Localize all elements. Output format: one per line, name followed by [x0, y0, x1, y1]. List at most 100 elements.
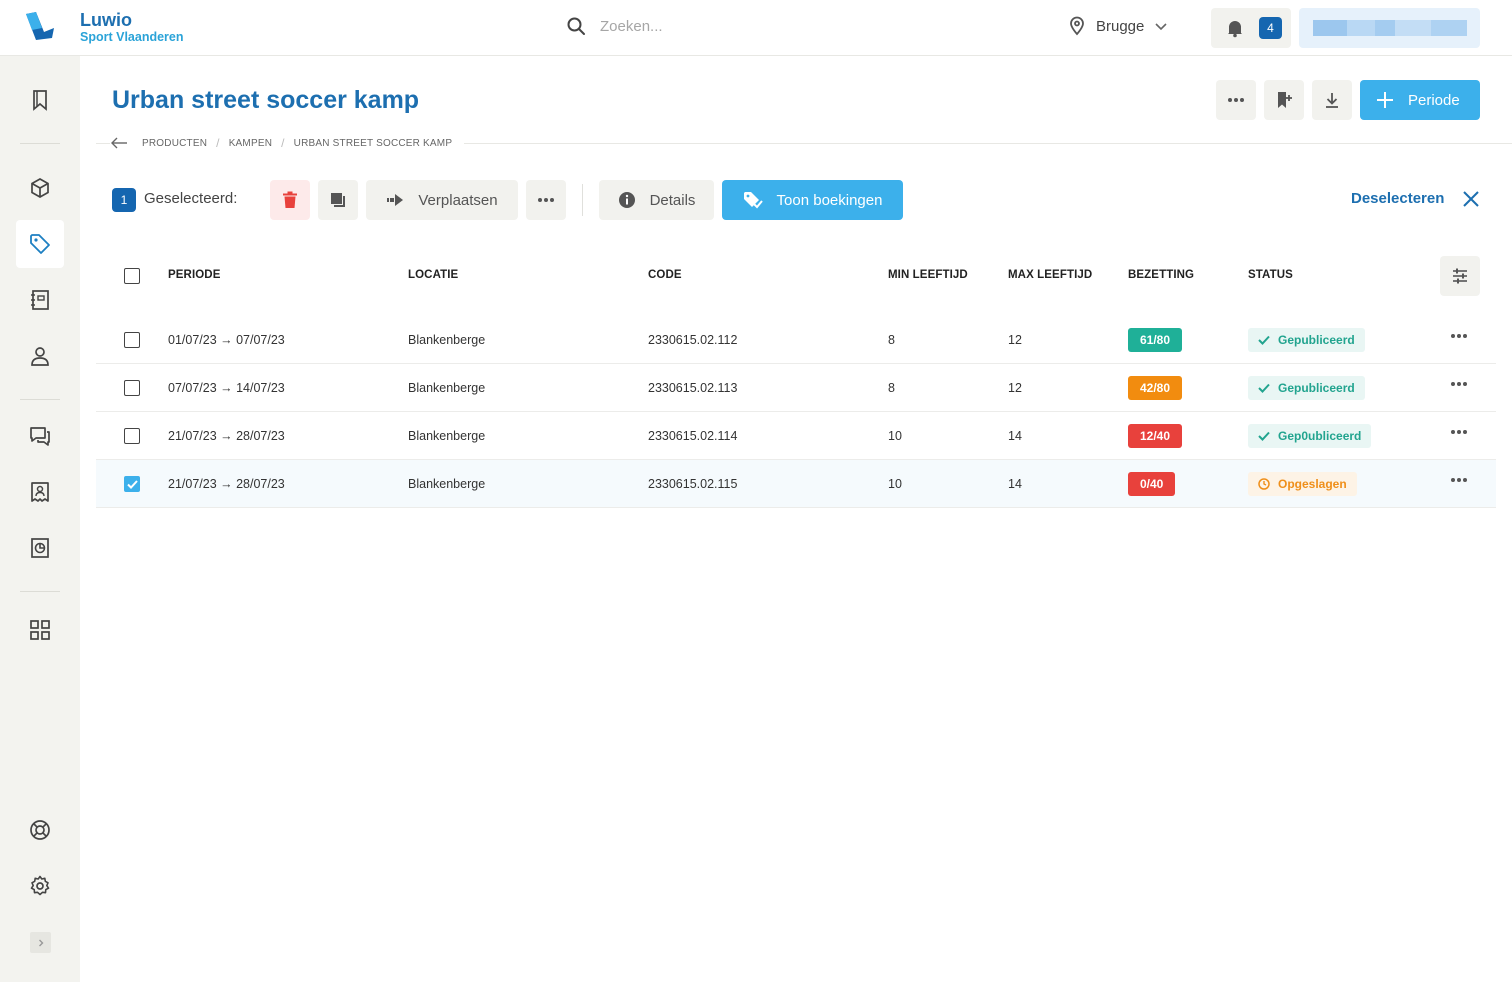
- table-row[interactable]: 07/07/23 → 14/07/23 Blankenberge 2330615…: [96, 364, 1496, 412]
- sidebar-item-users[interactable]: [16, 332, 64, 380]
- sidebar-item-invoices[interactable]: [16, 468, 64, 516]
- user-icon: [31, 347, 49, 366]
- sidebar-item-messages[interactable]: [16, 412, 64, 460]
- breadcrumb-item-camps[interactable]: KAMPEN: [229, 138, 272, 149]
- sidebar-item-products[interactable]: [16, 164, 64, 212]
- show-bookings-button[interactable]: Toon boekingen: [722, 180, 903, 220]
- cell-min-age: 10: [888, 429, 902, 443]
- copy-icon: [331, 193, 345, 207]
- cell-period: 07/07/23 → 14/07/23: [168, 381, 285, 395]
- breadcrumb-item-products[interactable]: PRODUCTEN: [142, 138, 207, 149]
- clock-icon: [1258, 478, 1270, 490]
- details-button[interactable]: Details: [599, 180, 714, 220]
- blurred-user-name: [1395, 20, 1431, 36]
- column-settings-button[interactable]: [1440, 256, 1480, 296]
- map-pin-icon: [1070, 16, 1084, 36]
- selected-count-badge: 1: [112, 188, 136, 212]
- location-select[interactable]: Brugge: [1068, 16, 1168, 36]
- more-options-button[interactable]: [1216, 80, 1256, 120]
- box-icon: [31, 178, 49, 198]
- move-button[interactable]: Verplaatsen: [366, 180, 518, 220]
- sidebar-item-offers[interactable]: [16, 220, 64, 268]
- sidebar-item-registrations[interactable]: [16, 276, 64, 324]
- column-header-code[interactable]: CODE: [648, 269, 682, 281]
- user-account-button[interactable]: [1299, 8, 1480, 48]
- select-all-checkbox[interactable]: [124, 268, 140, 284]
- blurred-user-name: [1431, 20, 1467, 36]
- cell-max-age: 12: [1008, 333, 1022, 347]
- row-checkbox[interactable]: [124, 380, 140, 396]
- column-header-location[interactable]: LOCATIE: [408, 269, 458, 281]
- arrow-left-icon[interactable]: [110, 137, 128, 149]
- page-title: Urban street soccer kamp: [112, 86, 420, 114]
- tag-icon: [30, 234, 50, 254]
- column-header-period[interactable]: PERIODE: [168, 269, 220, 281]
- sidebar-item-reports[interactable]: [16, 524, 64, 572]
- blurred-user-name: [1375, 20, 1395, 36]
- download-button[interactable]: [1312, 80, 1352, 120]
- download-icon: [1326, 93, 1338, 108]
- avatar: [1313, 20, 1347, 36]
- sidebar-divider: [20, 591, 60, 592]
- table-row[interactable]: 21/07/23 → 28/07/23 Blankenberge 2330615…: [96, 460, 1496, 508]
- breadcrumb-separator: /: [281, 136, 285, 150]
- cell-min-age: 8: [888, 333, 895, 347]
- table-row[interactable]: 01/07/23 → 07/07/23 Blankenberge 2330615…: [96, 316, 1496, 364]
- cell-period: 21/07/23 → 28/07/23: [168, 477, 285, 491]
- deselect-button[interactable]: Deselecteren: [1351, 190, 1444, 207]
- occupancy-badge: 0/40: [1128, 472, 1176, 496]
- sidebar-item-bookmarks[interactable]: [16, 76, 64, 124]
- delete-button[interactable]: [270, 180, 310, 220]
- occupancy-badge: 42/80: [1128, 376, 1183, 400]
- top-bar: Luwio Sport Vlaanderen Brugge 4: [0, 0, 1512, 56]
- sidebar-divider: [20, 143, 60, 144]
- breadcrumb: PRODUCTEN / KAMPEN / URBAN STREET SOCCER…: [110, 136, 452, 150]
- chevron-right-icon: [38, 939, 43, 946]
- cell-min-age: 10: [888, 477, 902, 491]
- notification-count-badge: 4: [1259, 17, 1282, 39]
- breadcrumb-divider: [96, 143, 110, 144]
- selection-more-button[interactable]: [526, 180, 566, 220]
- move-arrow-icon: [387, 194, 404, 206]
- row-more-icon[interactable]: [1450, 429, 1468, 435]
- row-checkbox[interactable]: [124, 476, 140, 492]
- status-label: Opgeslagen: [1278, 477, 1347, 491]
- column-header-occupancy[interactable]: BEZETTING: [1128, 269, 1194, 281]
- table-row[interactable]: 21/07/23 → 28/07/23 Blankenberge 2330615…: [96, 412, 1496, 460]
- cell-max-age: 14: [1008, 429, 1022, 443]
- occupancy-badge: 61/80: [1128, 328, 1183, 352]
- tag-check-icon: [743, 192, 763, 209]
- row-more-icon[interactable]: [1450, 333, 1468, 339]
- notebook-icon: [31, 290, 49, 310]
- row-checkbox[interactable]: [124, 428, 140, 444]
- column-header-max-age[interactable]: MAX LEEFTIJD: [1008, 269, 1092, 281]
- bell-icon: [1228, 21, 1242, 38]
- row-more-icon[interactable]: [1450, 381, 1468, 387]
- selected-label: Geselecteerd:: [144, 190, 238, 207]
- cell-location: Blankenberge: [408, 477, 486, 491]
- sidebar-expand-button[interactable]: [30, 932, 51, 953]
- check-icon: [1258, 335, 1270, 345]
- sidebar-item-apps[interactable]: [16, 606, 64, 654]
- row-checkbox[interactable]: [124, 332, 140, 348]
- cell-location: Blankenberge: [408, 381, 486, 395]
- column-header-min-age[interactable]: MIN LEEFTIJD: [888, 269, 968, 281]
- column-header-status[interactable]: STATUS: [1248, 269, 1293, 281]
- close-icon[interactable]: [1462, 190, 1480, 208]
- notifications-button[interactable]: 4: [1211, 8, 1291, 48]
- row-more-icon[interactable]: [1450, 477, 1468, 483]
- search-input[interactable]: [600, 17, 900, 35]
- brand-name: Luwio: [80, 10, 132, 30]
- cell-location: Blankenberge: [408, 429, 486, 443]
- sliders-icon: [1453, 268, 1467, 284]
- check-icon: [126, 479, 138, 489]
- cell-code: 2330615.02.114: [648, 429, 738, 443]
- add-bookmark-button[interactable]: [1264, 80, 1304, 120]
- sidebar-item-settings[interactable]: [16, 862, 64, 910]
- sidebar-item-help[interactable]: [16, 806, 64, 854]
- add-period-button[interactable]: Periode: [1360, 80, 1480, 120]
- search-bar[interactable]: [566, 16, 900, 36]
- bookmark-add-icon: [1278, 92, 1292, 108]
- duplicate-button[interactable]: [318, 180, 358, 220]
- luwio-logo-icon[interactable]: [22, 10, 58, 42]
